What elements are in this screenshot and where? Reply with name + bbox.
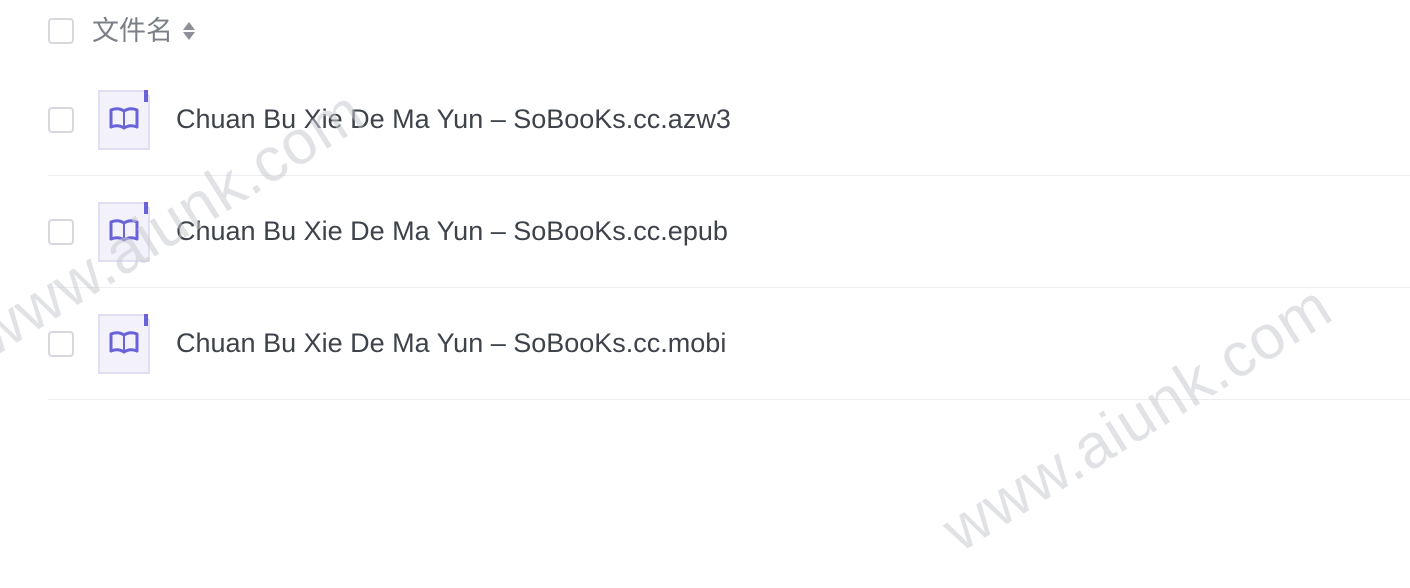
ebook-file-icon [98, 89, 150, 150]
row-checkbox[interactable] [48, 218, 74, 245]
file-name[interactable]: Chuan Bu Xie De Ma Yun – SoBooKs.cc.epub [176, 216, 728, 247]
ebook-file-icon [98, 201, 150, 262]
file-name[interactable]: Chuan Bu Xie De Ma Yun – SoBooKs.cc.mobi [176, 328, 726, 359]
row-checkbox[interactable] [48, 330, 74, 357]
row-checkbox[interactable] [48, 106, 74, 133]
filename-column-header[interactable]: 文件名 [92, 18, 173, 45]
file-row[interactable]: Chuan Bu Xie De Ma Yun – SoBooKs.cc.azw3 [48, 64, 1410, 176]
list-header: 文件名 [48, 14, 195, 48]
select-all-checkbox[interactable] [48, 18, 74, 44]
sort-icon[interactable] [183, 20, 195, 42]
file-row[interactable]: Chuan Bu Xie De Ma Yun – SoBooKs.cc.mobi [48, 288, 1410, 400]
file-row[interactable]: Chuan Bu Xie De Ma Yun – SoBooKs.cc.epub [48, 176, 1410, 288]
ebook-file-icon [98, 313, 150, 374]
file-list-page: 文件名 Chuan Bu Xie De Ma Yun – SoBooKs.cc.… [0, 0, 1410, 588]
file-name[interactable]: Chuan Bu Xie De Ma Yun – SoBooKs.cc.azw3 [176, 104, 731, 135]
file-list: Chuan Bu Xie De Ma Yun – SoBooKs.cc.azw3… [48, 64, 1410, 400]
